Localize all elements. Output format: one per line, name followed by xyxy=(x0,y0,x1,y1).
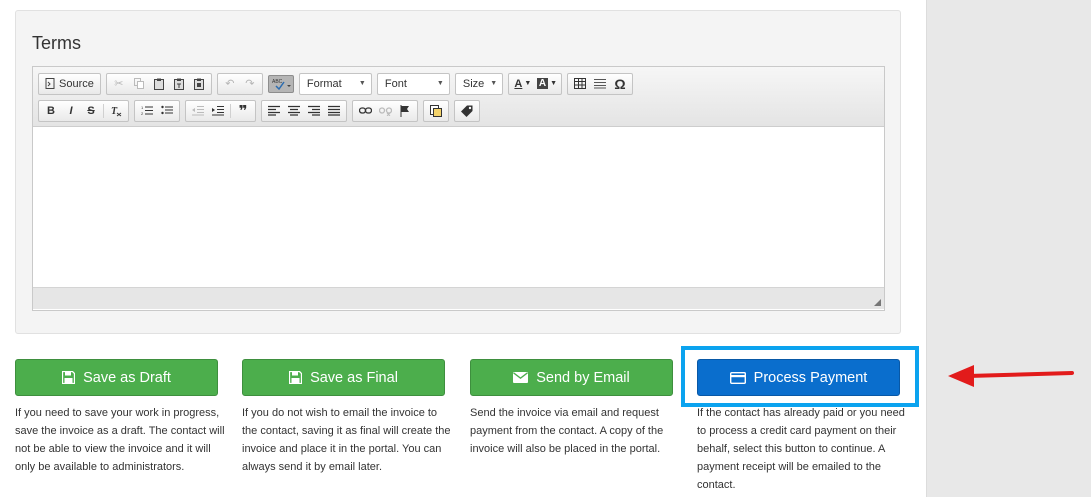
indent-group: ❞ xyxy=(185,99,256,122)
source-group: Source xyxy=(38,72,101,95)
chevron-down-icon: ▼ xyxy=(490,80,498,87)
editor-toolbar: Source ✂ ↶ ↷ ABC Format ▼ Font ▼ Size ▼ … xyxy=(33,67,884,127)
source-label: Source xyxy=(59,77,94,90)
tag-group xyxy=(454,99,480,122)
basic-styles-group: B I S T xyxy=(38,99,129,122)
format-dropdown[interactable]: Format ▼ xyxy=(298,72,372,95)
save-as-final-label: Save as Final xyxy=(310,369,398,386)
send-by-email-description: Send the invoice via email and request p… xyxy=(470,407,664,455)
svg-text:2: 2 xyxy=(141,111,144,116)
spellcheck-group: ABC xyxy=(267,73,294,95)
svg-text:1: 1 xyxy=(141,105,144,110)
toolbar-separator xyxy=(230,103,231,118)
size-dropdown-label: Size xyxy=(462,77,485,90)
horizontal-line-icon[interactable] xyxy=(590,75,610,93)
save-as-final-button[interactable]: Save as Final xyxy=(242,359,445,396)
cut-icon[interactable]: ✂ xyxy=(109,75,129,93)
insert-group: Ω xyxy=(567,72,634,95)
process-payment-description: If the contact has already paid or you n… xyxy=(697,407,905,491)
editor-content-area[interactable] xyxy=(33,127,884,287)
tag-icon[interactable] xyxy=(457,102,477,120)
bold-button[interactable]: B xyxy=(41,102,61,120)
templates-icon[interactable] xyxy=(426,102,446,120)
spellcheck-icon[interactable]: ABC xyxy=(267,74,294,93)
font-dropdown[interactable]: Font ▼ xyxy=(376,72,450,95)
format-dropdown-label: Format xyxy=(306,77,342,90)
align-center-icon[interactable] xyxy=(284,102,304,120)
save-as-final-description: If you do not wish to email the invoice … xyxy=(242,407,451,473)
chevron-down-icon: ▼ xyxy=(436,80,444,87)
paste-icon[interactable] xyxy=(149,75,169,93)
table-icon[interactable] xyxy=(570,75,590,93)
indent-icon[interactable] xyxy=(208,102,228,120)
color-group: A ▼ A ▼ xyxy=(507,72,563,95)
paste-text-icon[interactable] xyxy=(169,75,189,93)
outdent-icon[interactable] xyxy=(188,102,208,120)
font-dropdown-label: Font xyxy=(384,77,407,90)
strikethrough-button[interactable]: S xyxy=(81,102,101,120)
svg-text:T: T xyxy=(111,106,118,117)
send-by-email-label: Send by Email xyxy=(536,369,630,386)
floppy-disk-icon xyxy=(289,371,303,384)
svg-text:ABC: ABC xyxy=(272,79,283,85)
paste-word-icon[interactable] xyxy=(189,75,209,93)
align-group xyxy=(261,99,347,122)
send-by-email-button[interactable]: Send by Email xyxy=(470,359,673,396)
chevron-down-icon: ▼ xyxy=(358,80,366,87)
align-left-icon[interactable] xyxy=(264,102,284,120)
bulleted-list-icon[interactable] xyxy=(157,102,177,120)
link-icon[interactable] xyxy=(355,102,375,120)
anchor-flag-icon[interactable] xyxy=(395,102,415,120)
italic-button[interactable]: I xyxy=(61,102,81,120)
align-right-icon[interactable] xyxy=(304,102,324,120)
resize-handle-icon[interactable] xyxy=(874,299,881,306)
list-group: 12 xyxy=(134,99,180,122)
background-color-icon: A xyxy=(536,78,549,89)
justify-icon[interactable] xyxy=(324,102,344,120)
text-color-icon: A xyxy=(514,77,523,90)
red-arrow-annotation xyxy=(948,365,1074,387)
source-button[interactable]: Source xyxy=(41,75,98,93)
terms-title: Terms xyxy=(32,33,81,53)
size-dropdown[interactable]: Size ▼ xyxy=(454,72,503,95)
copy-icon[interactable] xyxy=(129,75,149,93)
background-color-button[interactable]: A ▼ xyxy=(535,75,559,93)
toolbar-row-1: Source ✂ ↶ ↷ ABC Format ▼ Font ▼ Size ▼ … xyxy=(38,71,879,96)
floppy-disk-icon xyxy=(62,371,76,384)
blockquote-icon[interactable]: ❞ xyxy=(233,102,253,120)
undo-redo-group: ↶ ↷ xyxy=(216,72,263,95)
text-color-button[interactable]: A ▼ xyxy=(511,75,535,93)
save-as-draft-label: Save as Draft xyxy=(83,369,171,386)
unlink-icon[interactable] xyxy=(375,102,395,120)
special-character-icon[interactable]: Ω xyxy=(610,75,630,93)
clipboard-group: ✂ xyxy=(105,72,212,95)
undo-icon[interactable]: ↶ xyxy=(220,75,240,93)
save-as-draft-description: If you need to save your work in progres… xyxy=(15,407,225,473)
numbered-list-icon[interactable]: 12 xyxy=(137,102,157,120)
remove-format-icon[interactable]: T xyxy=(106,102,126,120)
source-icon xyxy=(45,78,55,89)
link-group xyxy=(352,99,418,122)
save-as-draft-button[interactable]: Save as Draft xyxy=(15,359,218,396)
process-payment-highlight xyxy=(681,346,919,407)
envelope-icon xyxy=(513,372,529,383)
editor-status-bar xyxy=(33,287,884,309)
terms-panel: Terms Source ✂ ↶ ↷ ABC Format ▼ Font ▼ S… xyxy=(15,10,901,334)
right-sidebar-background xyxy=(926,0,1091,497)
rich-text-editor: Source ✂ ↶ ↷ ABC Format ▼ Font ▼ Size ▼ … xyxy=(32,66,885,311)
template-group xyxy=(423,99,449,122)
toolbar-row-2: B I S T 12 ❞ xyxy=(38,98,879,123)
toolbar-separator xyxy=(103,103,104,118)
redo-icon[interactable]: ↷ xyxy=(240,75,260,93)
